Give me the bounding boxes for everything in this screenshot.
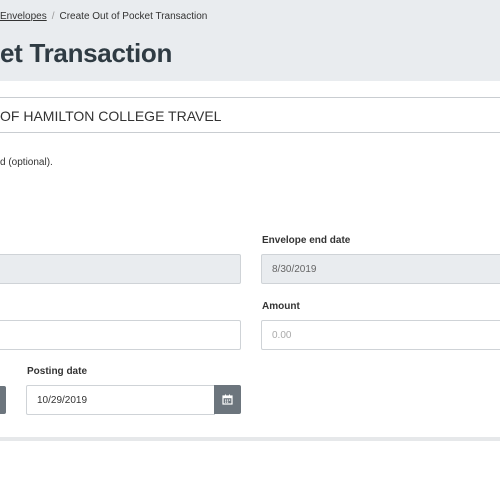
breadcrumb-envelopes-link[interactable]: Envelopes [0,11,47,22]
amount-label: Amount [262,301,300,312]
posting-date-label: Posting date [27,366,88,377]
envelope-name: OF HAMILTON COLLEGE TRAVEL [0,108,222,124]
envelope-start-date-field [0,254,241,284]
helper-text: d (optional). [0,157,53,168]
envelope-end-date-label: Envelope end date [262,235,351,246]
breadcrumb: Envelopes / Create Out of Pocket Transacti… [0,11,207,22]
breadcrumb-separator: / [51,11,55,22]
page-header: Envelopes / Create Out of Pocket Transacti… [0,0,500,81]
description-input[interactable] [0,320,241,350]
posting-date-input[interactable]: 10/29/2019 [26,385,215,415]
envelope-end-date-field: 8/30/2019 [261,254,500,284]
calendar-icon [222,394,233,405]
amount-input[interactable]: 0.00 [261,320,500,350]
posting-date-calendar-button[interactable] [214,385,241,414]
calendar-button-partial[interactable] [0,386,6,414]
envelope-bar: OF HAMILTON COLLEGE TRAVEL [0,97,500,133]
breadcrumb-current: Create Out of Pocket Transaction [59,11,208,22]
page-title: et Transaction [0,38,173,68]
section-divider [0,437,500,441]
